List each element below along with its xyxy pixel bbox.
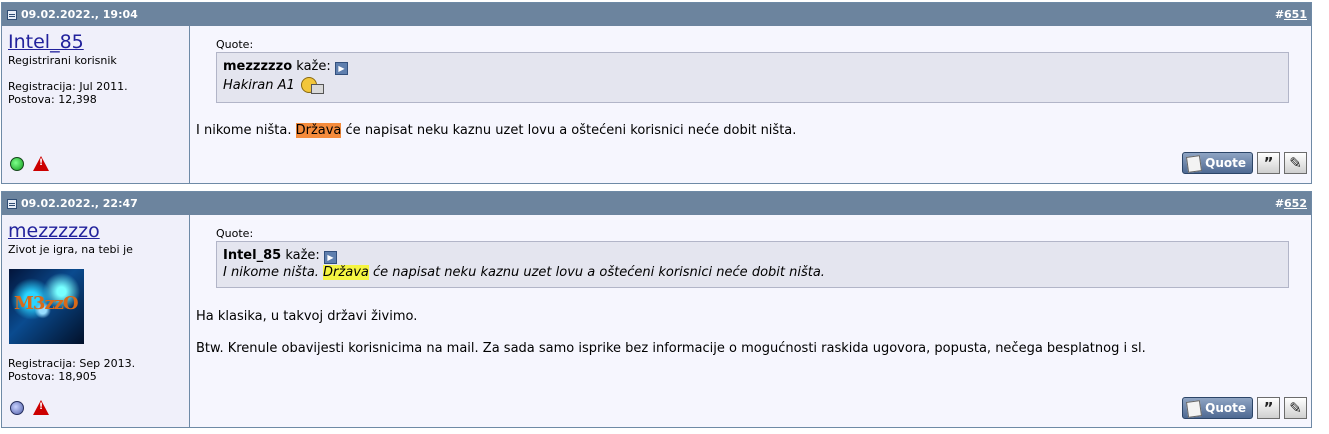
highlight-word: Država: [295, 123, 342, 138]
post-number-link[interactable]: 652: [1284, 197, 1307, 210]
quote-author: Intel_85: [223, 248, 282, 263]
highlight-word: Država: [323, 265, 369, 280]
post-date: 09.02.2022., 22:47: [21, 197, 138, 210]
post-message-line-2: Btw. Krenule obavijesti korisnicima na m…: [196, 341, 1146, 356]
post-652: 09.02.2022., 22:47 #652 mezzzzzo Zivot j…: [1, 191, 1312, 428]
user-info: Intel_85 Registrirani korisnik Registrac…: [2, 26, 190, 183]
post-message: I nikome ništa. Država će napisat neku k…: [196, 123, 796, 138]
post-actions: Quote ” ✎: [1182, 152, 1307, 174]
message-text-rest: će napisat neku kaznu uzet lovu a ošteće…: [341, 123, 797, 138]
username-link[interactable]: mezzzzzo: [8, 221, 183, 242]
user-title: Zivot je igra, na tebi je: [8, 243, 133, 256]
post-651: 09.02.2022., 19:04 #651 Intel_85 Registr…: [1, 2, 1312, 184]
registration-date: Registracija: Sep 2013.: [8, 357, 136, 370]
user-status-row: [10, 156, 49, 171]
quote-says: kaže:: [296, 59, 331, 74]
quote-block: Intel_85 kaže: ▶ I nikome ništa. Država …: [216, 241, 1289, 288]
quote-label: Quote:: [216, 38, 254, 51]
quote-label: Quote:: [216, 227, 254, 240]
edit-icon[interactable]: ✎: [1284, 397, 1307, 419]
report-warning-icon[interactable]: [33, 400, 49, 415]
post-message-line-1: Ha klasika, u takvoj državi živimo.: [196, 309, 418, 324]
document-icon: [7, 198, 17, 209]
user-title: Registrirani korisnik: [8, 54, 117, 67]
computer-smiley-icon: [299, 75, 325, 95]
edit-icon[interactable]: ✎: [1284, 152, 1307, 174]
post-header: 09.02.2022., 19:04 #651: [2, 3, 1311, 26]
quote-text-rest: će napisat neku kaznu uzet lovu a ošteće…: [368, 265, 825, 280]
post-count: Postova: 12,398: [8, 93, 97, 106]
multiquote-icon[interactable]: ”: [1257, 397, 1280, 419]
offline-status-icon: [10, 400, 24, 415]
quote-block: mezzzzzo kaže: ▶ Hakiran A1: [216, 52, 1289, 103]
post-count: Postova: 18,905: [8, 370, 97, 383]
multiquote-icon[interactable]: ”: [1257, 152, 1280, 174]
post-content: Quote: mezzzzzo kaže: ▶ Hakiran A1 I nik…: [190, 26, 1311, 183]
quote-button[interactable]: Quote: [1182, 397, 1253, 419]
avatar[interactable]: M3zzO: [9, 269, 84, 344]
goto-post-icon[interactable]: ▶: [323, 251, 337, 264]
quote-author: mezzzzzo: [223, 59, 293, 74]
avatar-logo-text: M3zzO: [14, 293, 79, 314]
quote-text: I nikome ništa.: [223, 265, 324, 280]
registration-date: Registracija: Jul 2011.: [8, 80, 128, 93]
goto-post-icon[interactable]: ▶: [334, 62, 348, 75]
user-info: mezzzzzo Zivot je igra, na tebi je M3zzO…: [2, 215, 190, 427]
user-status-row: [10, 400, 49, 415]
post-header: 09.02.2022., 22:47 #652: [2, 192, 1311, 215]
post-actions: Quote ” ✎: [1182, 397, 1307, 419]
post-date: 09.02.2022., 19:04: [21, 8, 138, 21]
quote-says: kaže:: [285, 248, 320, 263]
post-content: Quote: Intel_85 kaže: ▶ I nikome ništa. …: [190, 215, 1311, 427]
post-number-link[interactable]: 651: [1284, 8, 1307, 21]
username-link[interactable]: Intel_85: [8, 32, 183, 53]
post-number: #652: [1274, 197, 1307, 210]
post-number: #651: [1274, 8, 1307, 21]
document-icon: [7, 9, 17, 20]
quote-button[interactable]: Quote: [1182, 152, 1253, 174]
report-warning-icon[interactable]: [33, 156, 49, 171]
online-status-icon: [10, 156, 24, 171]
quote-text: Hakiran A1: [223, 78, 295, 93]
message-text: I nikome ništa.: [196, 123, 296, 138]
